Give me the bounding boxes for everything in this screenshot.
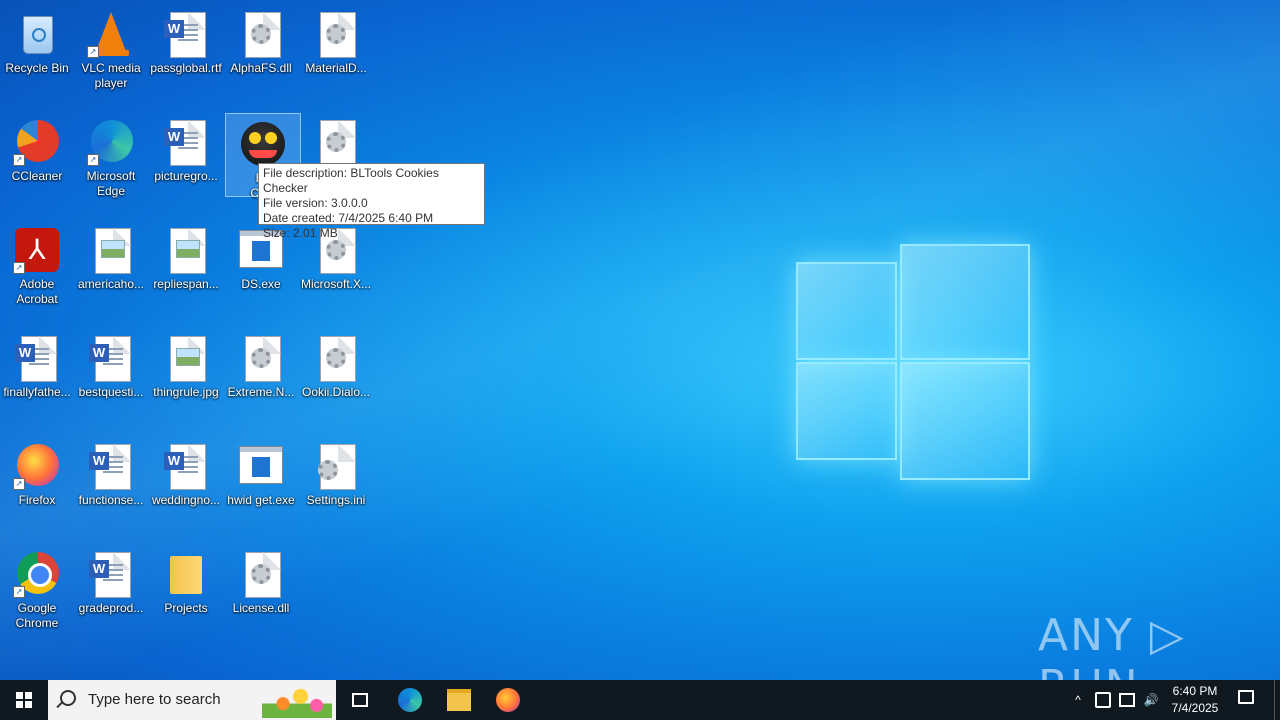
tray-network-button[interactable]	[1118, 680, 1136, 720]
desktop-icon-repliespan[interactable]: repliespan...	[149, 220, 223, 292]
tooltip-size: Size: 2.01 MB	[263, 226, 338, 240]
desktop-icon-functionse[interactable]: W functionse...	[74, 436, 148, 508]
dll-file-icon	[237, 550, 285, 598]
dll-file-icon	[237, 334, 285, 382]
desktop-icon-finallyfathe[interactable]: W finallyfathe...	[0, 328, 74, 400]
desktop-icon-dll-hidden-label[interactable]	[299, 112, 373, 169]
desktop-icon-weddingno[interactable]: W weddingno...	[149, 436, 223, 508]
recycle-bin-icon	[13, 10, 61, 58]
desktop-icon-adobe-acrobat[interactable]: ⅄ ↗ Adobe Acrobat	[0, 220, 74, 307]
word-document-icon: W	[162, 442, 210, 490]
word-document-icon: W	[87, 550, 135, 598]
desktop-icon-firefox[interactable]: ↗ Firefox	[0, 436, 74, 508]
dll-file-icon	[312, 334, 360, 382]
clock-time: 6:40 PM	[1172, 684, 1218, 698]
desktop-icon-google-chrome[interactable]: ↗ Google Chrome	[0, 544, 74, 631]
taskbar-clock[interactable]: 6:40 PM 7/4/2025	[1164, 683, 1226, 717]
dll-file-icon	[312, 118, 360, 166]
exe-file-icon	[237, 442, 285, 490]
chrome-icon: ↗	[13, 550, 61, 598]
desktop-icon-hwid-get[interactable]: hwid get.exe	[224, 436, 298, 508]
dll-file-icon	[312, 10, 360, 58]
desktop-icon-microsoft-edge[interactable]: ↗ Microsoft Edge	[74, 112, 148, 199]
desktop-icon-license-dll[interactable]: License.dll	[224, 544, 298, 616]
volume-icon: 🔊	[1143, 693, 1159, 707]
tooltip-date-created: Date created: 7/4/2025 6:40 PM	[263, 211, 434, 225]
desktop-icon-extreme-n[interactable]: Extreme.N...	[224, 328, 298, 400]
desktop-icon-vlc[interactable]: ↗ VLC media player	[74, 4, 148, 91]
ccleaner-icon: ↗	[13, 118, 61, 166]
folder-icon	[162, 550, 210, 598]
file-explorer-icon	[447, 689, 471, 711]
taskbar-firefox-button[interactable]	[484, 680, 532, 720]
acrobat-icon: ⅄ ↗	[13, 226, 61, 274]
desktop-icon-projects[interactable]: Projects	[149, 544, 223, 616]
network-icon	[1119, 693, 1135, 707]
word-document-icon: W	[162, 118, 210, 166]
word-document-icon: W	[87, 442, 135, 490]
taskbar-file-explorer-button[interactable]	[435, 680, 483, 720]
firefox-icon	[496, 688, 520, 712]
firefox-icon: ↗	[13, 442, 61, 490]
windows-start-icon	[16, 692, 32, 708]
settings-file-icon	[312, 442, 360, 490]
taskbar-edge-button[interactable]	[386, 680, 434, 720]
desktop-icon-settings-ini[interactable]: Settings.ini	[299, 436, 373, 508]
word-document-icon: W	[13, 334, 61, 382]
tray-volume-button[interactable]: 🔊	[1140, 680, 1162, 720]
taskbar: Type here to search ^ 🔊 6:40 PM 7/4/2025	[0, 680, 1280, 720]
desktop-icon-gradeprod[interactable]: W gradeprod...	[74, 544, 148, 616]
start-button[interactable]	[0, 680, 48, 720]
desktop-icon-passglobal[interactable]: W passglobal.rtf	[149, 4, 223, 76]
notification-center-icon[interactable]	[1238, 690, 1254, 704]
tooltip-description: File description: BLTools Cookies Checke…	[263, 166, 439, 195]
image-file-icon	[162, 334, 210, 382]
dll-file-icon	[237, 10, 285, 58]
clock-date: 7/4/2025	[1171, 701, 1219, 715]
desktop-icon-materiald[interactable]: MaterialD...	[299, 4, 373, 76]
vlc-icon: ↗	[87, 10, 135, 58]
chevron-up-icon: ^	[1075, 693, 1081, 707]
desktop-icon-picturegro[interactable]: W picturegro...	[149, 112, 223, 184]
desktop-icon-thingrule[interactable]: thingrule.jpg	[149, 328, 223, 400]
search-highlight-image	[262, 682, 332, 718]
image-file-icon	[87, 226, 135, 274]
image-file-icon	[162, 226, 210, 274]
task-view-icon	[352, 693, 368, 707]
bltools-icon	[239, 120, 287, 168]
tray-overflow-chevron[interactable]: ^	[1068, 680, 1088, 720]
shield-icon	[1095, 692, 1111, 708]
desktop-icon-ccleaner[interactable]: ↗ CCleaner	[0, 112, 74, 184]
show-desktop-button[interactable]	[1274, 680, 1280, 720]
taskbar-search-box[interactable]: Type here to search	[48, 680, 336, 720]
word-document-icon: W	[162, 10, 210, 58]
file-info-tooltip: File description: BLTools Cookies Checke…	[258, 163, 485, 240]
desktop-icon-bestquesti[interactable]: W bestquesti...	[74, 328, 148, 400]
desktop-icon-ookii-dialo[interactable]: Ookii.Dialo...	[299, 328, 373, 400]
tooltip-version: File version: 3.0.0.0	[263, 196, 368, 210]
tray-security-icon-button[interactable]	[1094, 680, 1112, 720]
word-document-icon: W	[87, 334, 135, 382]
edge-icon	[398, 688, 422, 712]
edge-icon: ↗	[87, 118, 135, 166]
search-icon	[60, 690, 76, 706]
task-view-button[interactable]	[336, 680, 384, 720]
search-placeholder: Type here to search	[88, 691, 221, 708]
desktop-icon-alphafs[interactable]: AlphaFS.dll	[224, 4, 298, 76]
desktop-icon-americaho[interactable]: americaho...	[74, 220, 148, 292]
desktop-icon-recycle-bin[interactable]: Recycle Bin	[0, 4, 74, 76]
